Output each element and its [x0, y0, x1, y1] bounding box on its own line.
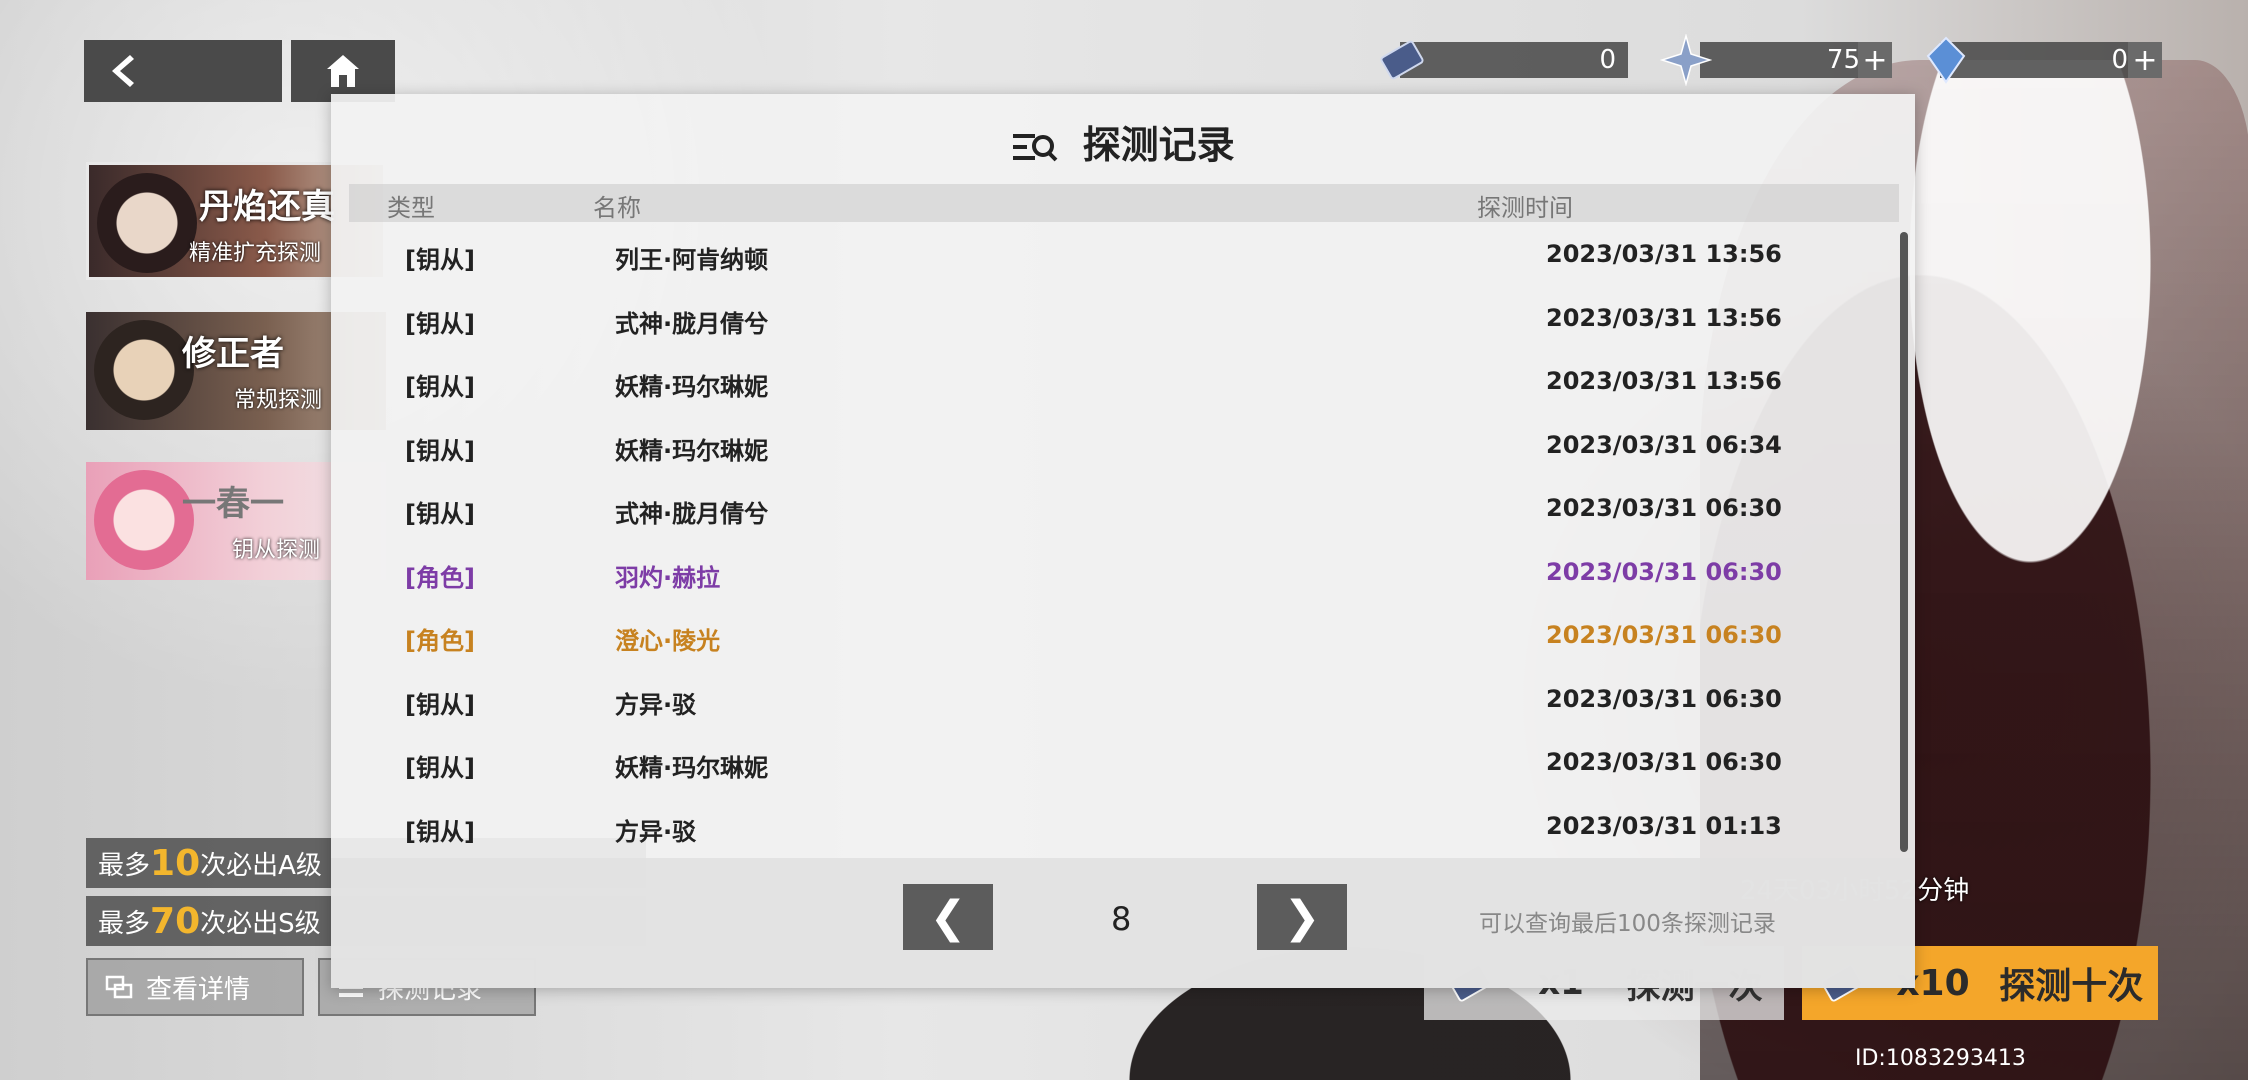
- card-ticket-icon: [1380, 40, 1424, 80]
- record-type: [角色]: [405, 563, 475, 592]
- record-time: 2023/03/31 13:56: [1546, 240, 1782, 268]
- record-type: [钥从]: [405, 690, 475, 719]
- record-type: [钥从]: [405, 436, 475, 465]
- back-button[interactable]: [84, 40, 282, 102]
- next-page-button[interactable]: ❯: [1257, 884, 1347, 950]
- record-type: [钥从]: [405, 500, 475, 528]
- header-type: 类型: [387, 194, 435, 222]
- pity-prefix: 最多: [98, 850, 151, 881]
- table-row: [钥从] 妖精·玛尔琳妮 2023/03/31 06:30: [331, 730, 1891, 793]
- record-type: [钥从]: [405, 246, 475, 274]
- table-row: [角色] 澄心·陵光 2023/03/31 06:30: [331, 603, 1891, 666]
- records-modal: 探测记录 类型 名称 探测时间 [钥从] 列王·阿肯纳顿 2023/03/31 13…: [331, 94, 1915, 988]
- view-details-button[interactable]: 查看详情: [86, 958, 304, 1016]
- record-time: 2023/03/31 06:30: [1546, 494, 1782, 522]
- home-icon: [327, 55, 359, 87]
- modal-title: 探测记录: [331, 114, 1915, 169]
- banner-character-art: [97, 173, 197, 273]
- pity-suffix: 次必出S级: [200, 908, 321, 939]
- record-time: 2023/03/31 13:56: [1546, 367, 1782, 395]
- pity-count: 70: [150, 900, 201, 942]
- record-name: 妖精·玛尔琳妮: [615, 754, 769, 782]
- banner-character-art: [94, 320, 194, 420]
- back-arrow-icon: [112, 55, 134, 87]
- blue-crystal-icon: [1926, 36, 1966, 84]
- resource-ticket-value: 0: [1400, 42, 1628, 78]
- banner-character-art: [94, 470, 194, 570]
- record-time: 2023/03/31 06:30: [1546, 748, 1782, 776]
- banner-subtitle: 精准扩充探测: [189, 241, 322, 266]
- record-time: 2023/03/31 06:30: [1546, 621, 1782, 649]
- resource-star-value: 75: [1700, 42, 1872, 78]
- add-star-button[interactable]: +: [1858, 42, 1892, 78]
- table-header: 类型 名称 探测时间: [349, 184, 1899, 222]
- banner-title: 修正者: [182, 334, 284, 374]
- table-row: [钥从] 妖精·玛尔琳妮 2023/03/31 13:56: [331, 349, 1891, 412]
- banner-subtitle: 常规探测: [234, 388, 323, 413]
- add-crystal-button[interactable]: +: [2128, 42, 2162, 78]
- details-icon: [105, 975, 133, 999]
- record-type: [钥从]: [405, 817, 475, 846]
- record-name: 列王·阿肯纳顿: [615, 246, 769, 274]
- record-time: 2023/03/31 06:34: [1546, 430, 1782, 459]
- record-time: 2023/03/31 06:30: [1546, 684, 1782, 713]
- home-button[interactable]: [291, 40, 395, 102]
- pity-count: 10: [150, 842, 201, 884]
- table-row: [钥从] 方异·驳 2023/03/31 06:30: [331, 667, 1891, 730]
- record-time: 2023/03/31 01:13: [1546, 811, 1782, 840]
- modal-title-text: 探测记录: [1082, 123, 1235, 167]
- record-name: 式神·胧月倩兮: [615, 500, 769, 528]
- record-type: [钥从]: [405, 373, 475, 401]
- record-name: 式神·胧月倩兮: [615, 309, 769, 338]
- record-time: 2023/03/31 06:30: [1546, 557, 1782, 586]
- record-type: [钥从]: [405, 309, 475, 338]
- record-name: 方异·驳: [615, 817, 697, 846]
- details-label: 查看详情: [146, 974, 251, 1005]
- record-type: [钥从]: [405, 754, 475, 782]
- record-name: 方异·驳: [615, 690, 697, 719]
- table-row: [钥从] 方异·驳 2023/03/31 01:13: [331, 794, 1891, 857]
- draw-ten-label: 探测十次: [1999, 966, 2144, 1007]
- pity-prefix: 最多: [98, 908, 151, 939]
- page-number: 8: [1111, 900, 1132, 938]
- prev-page-button[interactable]: ❮: [903, 884, 993, 950]
- header-time: 探测时间: [1477, 194, 1573, 222]
- table-row: [钥从] 式神·胧月倩兮 2023/03/31 13:56: [331, 286, 1891, 349]
- table-row: [钥从] 列王·阿肯纳顿 2023/03/31 13:56: [331, 222, 1891, 285]
- record-time: 2023/03/31 13:56: [1546, 303, 1782, 332]
- banner-title: 丹焰还真: [199, 187, 335, 227]
- table-row: [钥从] 式神·胧月倩兮 2023/03/31 06:30: [331, 476, 1891, 539]
- table-row: [角色] 羽灼·赫拉 2023/03/31 06:30: [331, 540, 1891, 603]
- records-limit-note: 可以查询最后100条探测记录: [1479, 911, 1776, 937]
- pity-suffix: 次必出A级: [200, 850, 322, 881]
- record-type: [角色]: [405, 627, 475, 655]
- record-name: 羽灼·赫拉: [615, 563, 721, 592]
- star-crystal-icon: [1660, 34, 1712, 86]
- record-name: 澄心·陵光: [615, 627, 721, 655]
- records-scrollbar[interactable]: [1900, 232, 1908, 852]
- search-list-icon: [1013, 133, 1058, 161]
- table-row: [钥从] 妖精·玛尔琳妮 2023/03/31 06:34: [331, 413, 1891, 476]
- header-name: 名称: [593, 194, 641, 222]
- user-id: ID:1083293413: [1855, 1046, 2026, 1071]
- record-name: 妖精·玛尔琳妮: [615, 436, 769, 465]
- banner-subtitle: 钥从探测: [232, 538, 321, 563]
- record-name: 妖精·玛尔琳妮: [615, 373, 769, 401]
- banner-title: 一春一: [182, 484, 284, 524]
